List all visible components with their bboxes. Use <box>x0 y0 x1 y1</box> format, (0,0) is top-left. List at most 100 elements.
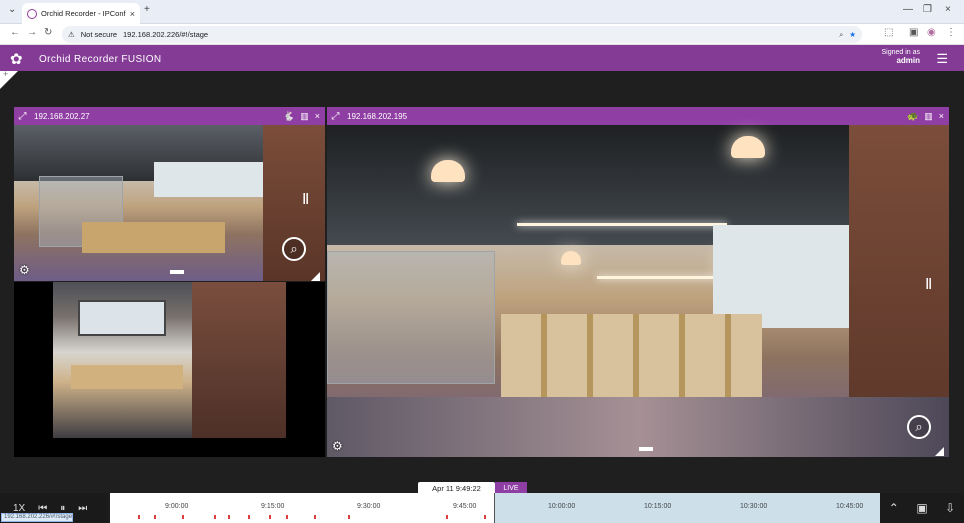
magnifier-icon[interactable]: ⌕ <box>282 237 306 261</box>
camera-feed-top-left[interactable]: Ⅱ ⌕ ⚙ <box>14 125 325 281</box>
close-tab-icon[interactable]: × <box>130 9 135 19</box>
magnifier-icon[interactable]: ⌕ <box>907 415 931 439</box>
browser-tab-strip: ⌄ Orchid Recorder - IPConfigure × + — ❐ … <box>0 0 964 24</box>
turtle-icon[interactable]: 🐢 <box>907 111 918 122</box>
browser-tab[interactable]: Orchid Recorder - IPConfigure × <box>22 3 140 24</box>
motion-icon[interactable]: ⚙ <box>19 263 30 277</box>
shelving-unit <box>501 314 763 398</box>
resize-icon[interactable] <box>311 272 320 281</box>
expand-icon[interactable]: ⤢ <box>14 111 31 122</box>
camera-header: ⤢ 192.168.202.27 🐇 ▥ × <box>14 107 325 125</box>
tab-search-icon[interactable]: ⌄ <box>8 4 16 15</box>
time-label: 10:30:00 <box>740 503 768 510</box>
forward-icon[interactable]: → <box>27 27 37 38</box>
close-icon[interactable]: × <box>939 111 944 122</box>
brand-suffix: FUSION <box>121 54 162 65</box>
rabbit-icon[interactable]: 🐇 <box>283 111 294 122</box>
time-label: 10:15:00 <box>644 503 672 510</box>
collapse-icon[interactable]: ⌃ <box>889 501 899 515</box>
browser-menu-icon[interactable]: ⋮ <box>946 27 956 38</box>
event-marker[interactable] <box>182 515 184 519</box>
event-marker[interactable] <box>446 515 448 519</box>
download-icon[interactable]: ⇩ <box>945 501 955 515</box>
drag-handle-icon[interactable] <box>639 447 653 451</box>
glass-wall <box>327 251 495 384</box>
event-marker[interactable] <box>154 515 156 519</box>
back-icon[interactable]: ← <box>10 27 20 38</box>
event-marker[interactable] <box>348 515 350 519</box>
office-desks <box>82 221 226 253</box>
playhead[interactable] <box>494 493 495 523</box>
signed-in-info: Signed in as admin <box>881 49 920 66</box>
app-brand: Orchid Recorder FUSION <box>36 49 162 66</box>
light-strip <box>517 223 727 226</box>
time-label: 10:00:00 <box>548 503 576 510</box>
add-camera-corner[interactable]: + <box>0 71 18 89</box>
url-text: 192.168.202.226/#!/stage <box>123 30 209 39</box>
speed-button[interactable]: 1X <box>13 503 25 514</box>
pause-icon[interactable]: Ⅱ <box>925 275 932 293</box>
close-icon[interactable]: × <box>315 111 320 122</box>
event-marker[interactable] <box>314 515 316 519</box>
event-marker[interactable] <box>228 515 230 519</box>
calendar-icon[interactable]: ▣ <box>916 501 927 515</box>
expand-icon[interactable]: ⤢ <box>327 111 344 122</box>
maximize-icon[interactable]: ❐ <box>923 4 932 15</box>
office-window <box>78 300 166 336</box>
resize-icon[interactable] <box>935 447 944 456</box>
camera-header: ⤢ 192.168.202.195 🐢 ▥ × <box>327 107 949 125</box>
tab-title: Orchid Recorder - IPConfigure <box>41 9 126 18</box>
chart-icon[interactable]: ▥ <box>300 111 309 122</box>
office-windows <box>712 224 850 328</box>
pendant-lamp <box>561 251 581 265</box>
time-label: 10:45:00 <box>836 503 864 510</box>
status-url: 192.168.202.226/#!/stage <box>1 513 73 522</box>
camera-tools: 🐇 ▥ × <box>283 111 320 122</box>
pause-icon[interactable]: Ⅱ <box>302 190 309 208</box>
zoom-icon[interactable]: ⌕ <box>839 30 843 40</box>
skip-forward-icon[interactable]: ⏭ <box>78 503 87 514</box>
time-label: 9:15:00 <box>261 503 285 510</box>
extensions-icon[interactable]: ⬚ <box>884 27 893 38</box>
warning-icon: ⚠ <box>68 30 75 39</box>
camera-panel-top-left[interactable]: ⤢ 192.168.202.27 🐇 ▥ × Ⅱ ⌕ ⚙ <box>14 107 325 281</box>
minimize-icon[interactable]: — <box>903 4 913 15</box>
event-marker[interactable] <box>214 515 216 519</box>
event-marker[interactable] <box>484 515 486 519</box>
drag-handle-icon[interactable] <box>170 270 184 274</box>
playback-footer: 1X ⏮ ⏸ ⏭ 9:00:00 9:15:00 9:30:00 9:45:00… <box>0 493 964 523</box>
favicon-icon <box>27 8 37 19</box>
office-desk <box>71 365 183 389</box>
pendant-lamp <box>431 160 465 182</box>
camera-panel-right[interactable]: ⤢ 192.168.202.195 🐢 ▥ × Ⅱ ⌕ ⚙ <box>327 107 949 457</box>
event-marker[interactable] <box>138 515 140 519</box>
pendant-lamp <box>731 136 765 158</box>
camera-panel-bottom-left[interactable] <box>14 282 325 457</box>
floor <box>327 397 949 457</box>
time-label: 9:00:00 <box>165 503 189 510</box>
url-input[interactable]: ⚠ Not secure 192.168.202.226/#!/stage ⌕ … <box>62 26 862 43</box>
event-marker[interactable] <box>269 515 271 519</box>
camera-feed-bottom-left[interactable] <box>53 282 286 438</box>
new-tab-button[interactable]: + <box>144 4 150 15</box>
app-header: ✿ Orchid Recorder FUSION Signed in as adm… <box>0 45 964 71</box>
hamburger-menu-icon[interactable]: ☰ <box>936 51 948 67</box>
timeline[interactable]: 9:00:00 9:15:00 9:30:00 9:45:00 10:00:00… <box>110 493 880 523</box>
orchid-logo-icon: ✿ <box>10 51 23 68</box>
signed-in-user: admin <box>896 56 920 65</box>
reload-icon[interactable]: ↻ <box>44 27 52 38</box>
star-icon[interactable]: ★ <box>849 30 856 39</box>
camera-feed-right[interactable]: Ⅱ ⌕ ⚙ <box>327 125 949 457</box>
event-marker[interactable] <box>286 515 288 519</box>
event-marker[interactable] <box>248 515 250 519</box>
motion-icon[interactable]: ⚙ <box>332 439 343 453</box>
pause-icon[interactable]: ⏸ <box>60 503 65 514</box>
camera-ip: 192.168.202.27 <box>34 111 90 121</box>
timeline-tools: ⌃ ▣ ⇩ <box>880 493 964 523</box>
brick-wall <box>192 282 286 438</box>
profile-icon[interactable]: ◉ <box>927 27 936 38</box>
close-window-icon[interactable]: × <box>945 4 951 15</box>
chart-icon[interactable]: ▥ <box>924 111 933 122</box>
sidebar-icon[interactable]: ▣ <box>909 27 918 38</box>
skip-back-icon[interactable]: ⏮ <box>38 503 47 514</box>
